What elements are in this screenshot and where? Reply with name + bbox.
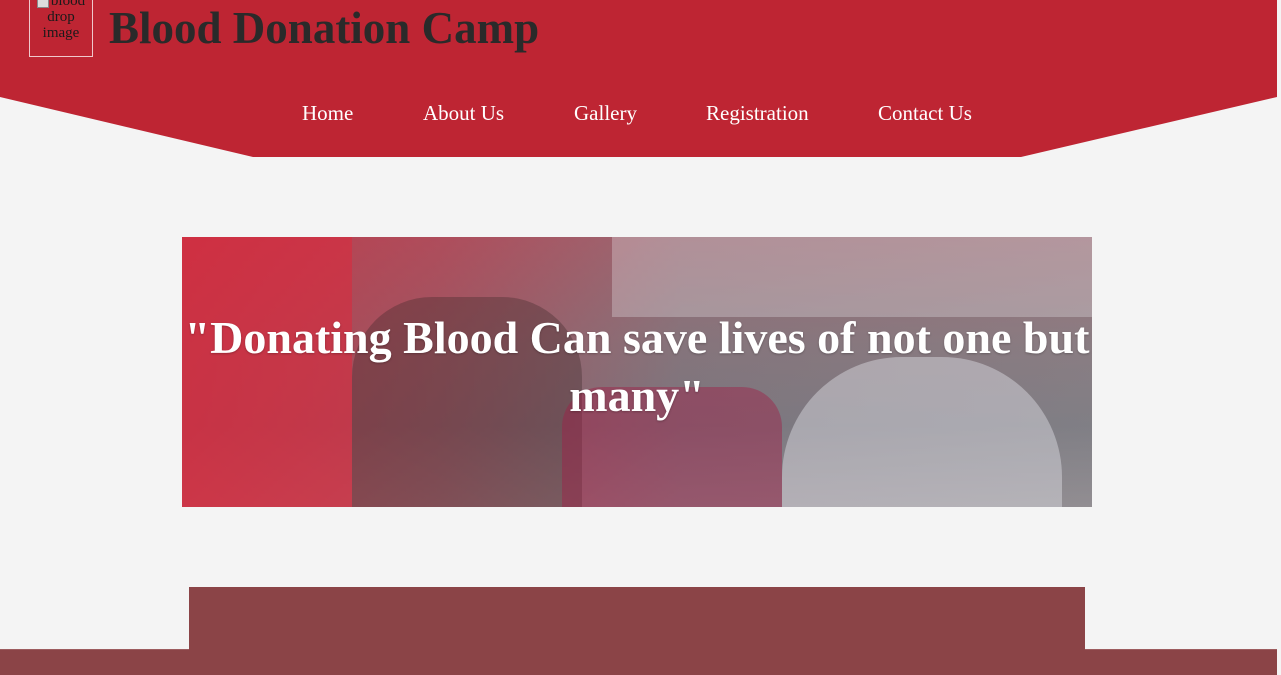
- site-title: Blood Donation Camp: [109, 3, 540, 53]
- logo-image: blood drop image: [29, 0, 93, 57]
- hero-quote: "Donating Blood Can save lives of not on…: [184, 312, 1090, 421]
- nav-registration-link[interactable]: Registration: [706, 100, 809, 126]
- nav-gallery-link[interactable]: Gallery: [574, 100, 637, 126]
- broken-image-icon: [36, 0, 49, 8]
- main-nav: Home About Us Gallery Registration Conta…: [0, 100, 1277, 128]
- hero-banner: "Donating Blood Can save lives of not on…: [182, 237, 1092, 507]
- nav-about-us-link[interactable]: About Us: [423, 100, 504, 126]
- page-scrollbar[interactable]: [1277, 0, 1281, 674]
- content-block: [189, 587, 1085, 674]
- nav-home-link[interactable]: Home: [302, 100, 353, 126]
- logo-alt-text: blood drop image: [42, 0, 86, 41]
- hero-photo-background: [612, 237, 1092, 317]
- nav-contact-us-link[interactable]: Contact Us: [878, 100, 972, 126]
